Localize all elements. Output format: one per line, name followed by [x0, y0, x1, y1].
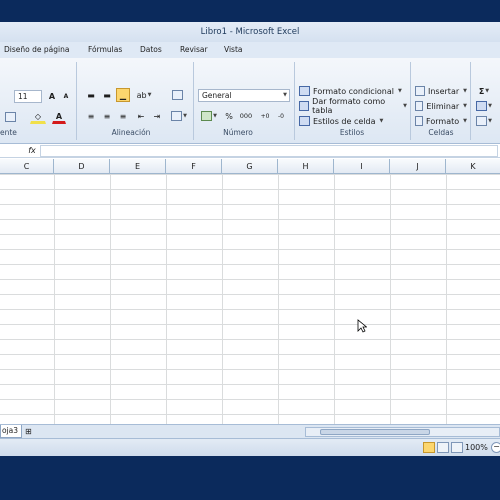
column-header-k[interactable]: K [446, 159, 500, 174]
sheet-tab-bar: oja3 ⊞ [0, 424, 500, 438]
formula-bar: fx [0, 144, 500, 158]
percent-button[interactable]: % [222, 109, 236, 123]
align-right-icon[interactable]: ≡ [116, 109, 130, 123]
new-sheet-icon[interactable]: ⊞ [25, 426, 39, 437]
separator [410, 62, 411, 140]
column-header-i[interactable]: I [334, 159, 390, 174]
fx-icon[interactable]: fx [26, 144, 38, 157]
align-bottom-icon[interactable]: ▁ [116, 88, 130, 102]
ribbon: 11 A A ◇ A ente ▬ ▬ ▁ ab ▼ ≡ ≡ ≡ ⇤ ⇥ ▼ Al… [0, 58, 500, 144]
excel-window: Libro1 - Microsoft Excel Diseño de págin… [0, 22, 500, 456]
mouse-cursor-icon [357, 319, 367, 333]
separator [294, 62, 295, 140]
sheet-tab[interactable]: oja3 [0, 425, 22, 438]
font-group-label: ente [0, 128, 17, 137]
tab-view[interactable]: Vista [224, 42, 243, 58]
align-center-icon[interactable]: ≡ [100, 109, 114, 123]
insert-cells-button[interactable]: Insertar ▼ [414, 84, 468, 98]
separator [76, 62, 77, 140]
column-header-c[interactable]: C [0, 159, 54, 174]
styles-group-label: Estilos [339, 128, 365, 137]
zoom-level[interactable]: 100% [465, 442, 488, 453]
wrap-text-icon[interactable] [170, 88, 184, 102]
align-left-icon[interactable]: ≡ [84, 109, 98, 123]
cell-styles-label: Estilos de celda [313, 116, 376, 126]
table-format-label: Dar formato como tabla [312, 97, 386, 115]
number-group-label: Número [223, 128, 253, 137]
increase-decimal-icon[interactable]: +0 [258, 109, 272, 123]
insert-label: Insertar [428, 86, 460, 96]
font-size-select[interactable]: 11 [14, 90, 42, 103]
delete-cells-icon [415, 101, 424, 111]
tab-page-layout[interactable]: Diseño de página [4, 42, 69, 58]
decrease-font-icon[interactable]: A [60, 89, 72, 103]
column-headers: C D E F G H I J K [0, 159, 500, 174]
sum-symbol: Σ [478, 86, 485, 96]
horizontal-scrollbar[interactable] [305, 427, 500, 437]
number-format-select[interactable]: General ▼ [198, 89, 290, 102]
merge-icon[interactable]: ▼ [170, 109, 188, 123]
normal-view-icon[interactable] [423, 442, 435, 453]
increase-indent-icon[interactable]: ⇥ [150, 109, 164, 123]
currency-icon[interactable]: ▼ [198, 109, 220, 123]
status-bar: 100% − [0, 438, 500, 456]
increase-font-icon[interactable]: A [46, 89, 58, 103]
table-format-button[interactable]: Dar formato como tabla ▼ [298, 97, 408, 115]
separator [193, 62, 194, 140]
align-top-icon[interactable]: ▬ [84, 88, 98, 102]
tab-formulas[interactable]: Fórmulas [88, 42, 122, 58]
font-size-value: 11 [18, 92, 28, 101]
conditional-format-button[interactable]: Formato condicional ▼ [298, 84, 408, 98]
alignment-group-label: Alineación [111, 128, 151, 137]
table-format-icon [299, 101, 310, 111]
clear-icon[interactable]: ▼ [474, 114, 494, 128]
page-layout-view-icon[interactable] [437, 442, 449, 453]
column-header-g[interactable]: G [222, 159, 278, 174]
border-icon[interactable] [2, 110, 18, 124]
format-label: Formato [426, 116, 460, 126]
cell-styles-button[interactable]: Estilos de celda ▼ [298, 114, 388, 128]
orientation-icon[interactable]: ab ▼ [134, 88, 154, 102]
tab-review[interactable]: Revisar [180, 42, 208, 58]
column-header-h[interactable]: H [278, 159, 334, 174]
decrease-decimal-icon[interactable]: -0 [274, 109, 288, 123]
cell-grid[interactable] [0, 174, 500, 444]
name-box[interactable] [0, 144, 12, 157]
number-format-value: General [202, 91, 232, 100]
decrease-indent-icon[interactable]: ⇤ [134, 109, 148, 123]
font-color-icon[interactable]: A [52, 110, 66, 124]
column-header-j[interactable]: J [390, 159, 446, 174]
separator [470, 62, 471, 140]
title-bar: Libro1 - Microsoft Excel [0, 22, 500, 42]
format-cells-icon [415, 116, 424, 126]
format-cells-button[interactable]: Formato ▼ [414, 114, 468, 128]
sum-icon[interactable]: Σ ▼ [474, 84, 494, 98]
cells-group-label: Celdas [428, 128, 454, 137]
thousands-button[interactable]: 000 [238, 109, 254, 123]
conditional-format-label: Formato condicional [313, 86, 395, 96]
column-header-e[interactable]: E [110, 159, 166, 174]
delete-cells-button[interactable]: Eliminar ▼ [414, 99, 468, 113]
formula-input[interactable] [40, 145, 498, 157]
tab-data[interactable]: Datos [140, 42, 162, 58]
window-title: Libro1 - Microsoft Excel [200, 27, 300, 37]
column-header-d[interactable]: D [54, 159, 110, 174]
fill-icon[interactable]: ▼ [474, 99, 494, 113]
scroll-thumb[interactable] [320, 429, 430, 435]
insert-cells-icon [415, 86, 425, 96]
column-header-f[interactable]: F [166, 159, 222, 174]
align-middle-icon[interactable]: ▬ [100, 88, 114, 102]
cell-styles-icon [299, 116, 310, 126]
zoom-out-icon[interactable]: − [491, 442, 500, 453]
page-break-view-icon[interactable] [451, 442, 463, 453]
delete-label: Eliminar [426, 101, 460, 111]
ribbon-tabs: Diseño de página Fórmulas Datos Revisar … [0, 42, 500, 58]
fill-color-icon[interactable]: ◇ [30, 110, 46, 124]
conditional-format-icon [299, 86, 310, 96]
